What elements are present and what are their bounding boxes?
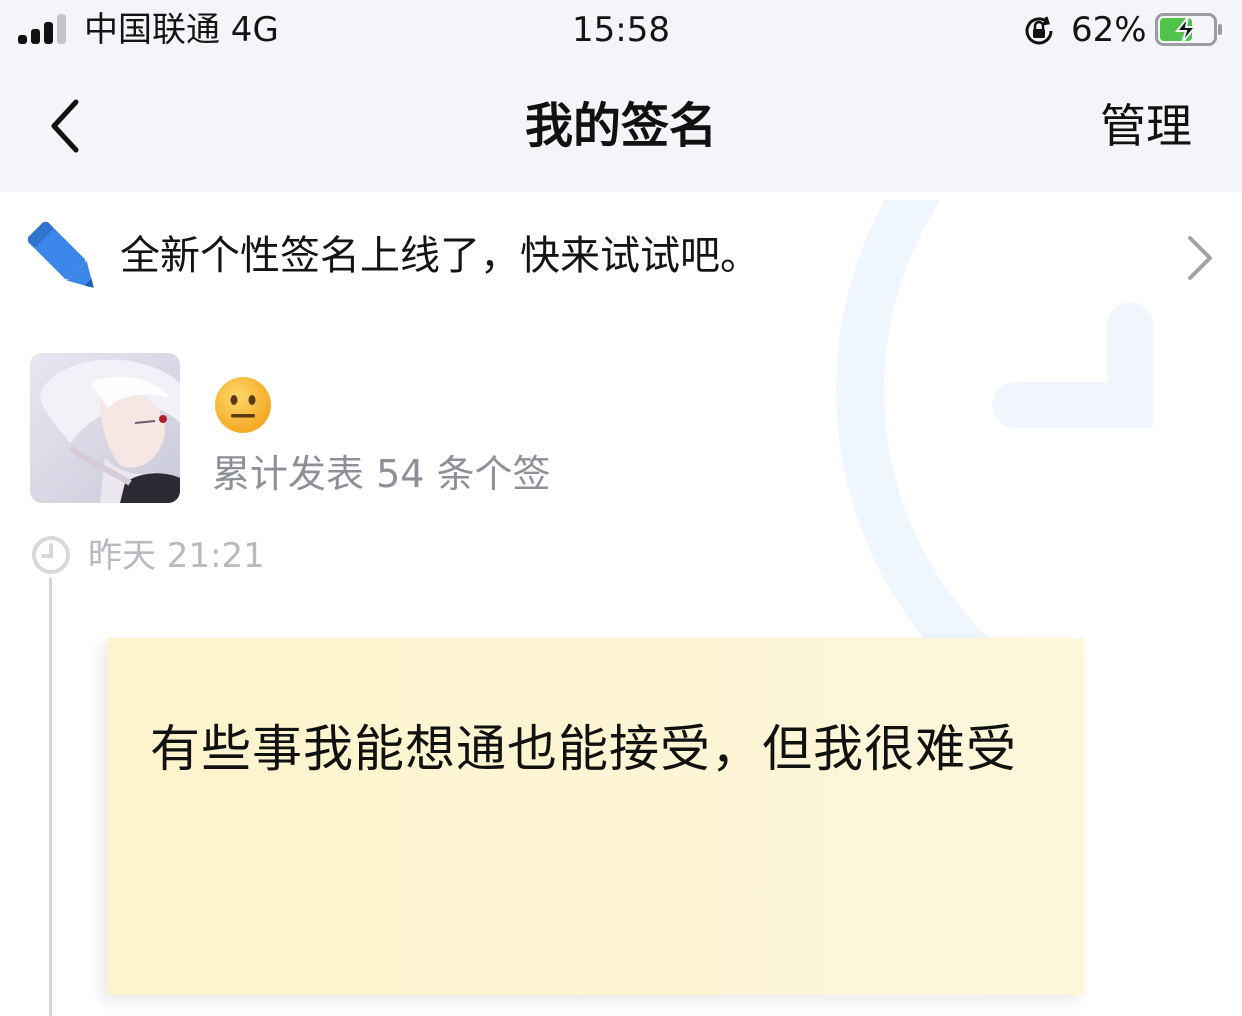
signature-text: 有些事我能想通也能接受，但我很难受: [150, 720, 1017, 778]
clock-icon: [32, 536, 70, 574]
nav-bar: 我的签名 管理: [0, 62, 1242, 192]
status-bar: 中国联通 4G 15:58 62%: [0, 0, 1242, 62]
avatar-image: [30, 353, 180, 503]
timestamp: 昨天 21:21: [88, 536, 265, 576]
post-count: 累计发表 54 条个签: [212, 452, 551, 496]
banner-text: 全新个性签名上线了，快来试试吧。: [120, 233, 760, 279]
timeline-line: [49, 578, 52, 1016]
new-signature-banner[interactable]: 全新个性签名上线了，快来试试吧。: [0, 192, 1242, 324]
manage-button[interactable]: 管理: [1100, 96, 1192, 156]
signature-note-card[interactable]: 有些事我能想通也能接受，但我很难受: [108, 638, 1084, 995]
neutral-face-emoji: [215, 377, 271, 433]
battery-percent: 62%: [1071, 10, 1147, 50]
avatar[interactable]: [30, 353, 180, 503]
battery-charging-icon: [1155, 13, 1222, 46]
pencil-icon: [28, 222, 94, 288]
page-title: 我的签名: [524, 98, 717, 154]
rotation-lock-icon: [1025, 16, 1053, 45]
chevron-right-icon[interactable]: [1184, 234, 1214, 282]
